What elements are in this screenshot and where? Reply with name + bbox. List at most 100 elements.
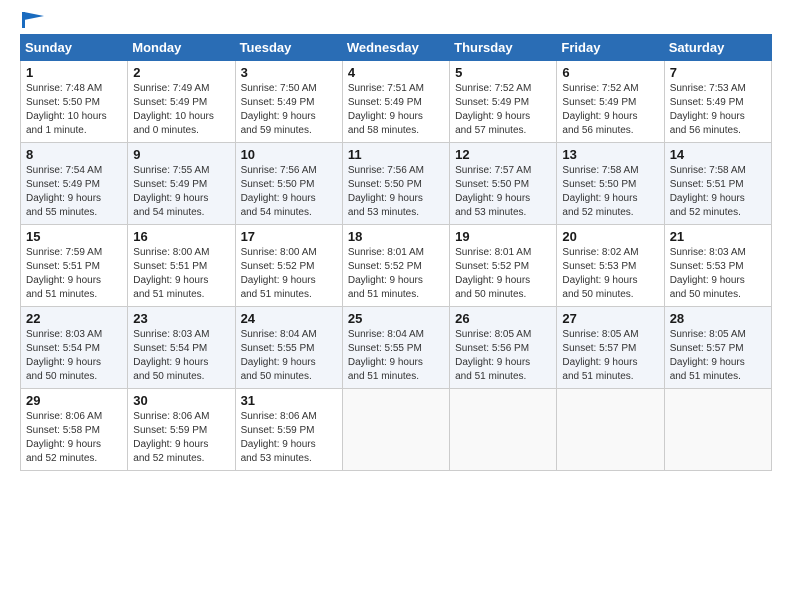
day-number: 20	[562, 229, 658, 244]
calendar-cell	[557, 389, 664, 471]
day-info: Sunrise: 8:02 AM Sunset: 5:53 PM Dayligh…	[562, 246, 658, 302]
day-number: 15	[26, 229, 122, 244]
day-info: Sunrise: 7:53 AM Sunset: 5:49 PM Dayligh…	[670, 82, 766, 138]
calendar-cell: 2 Sunrise: 7:49 AM Sunset: 5:49 PM Daylig…	[128, 61, 235, 143]
day-number: 28	[670, 311, 766, 326]
day-number: 13	[562, 147, 658, 162]
logo-flag-icon	[22, 12, 44, 28]
day-info: Sunrise: 8:06 AM Sunset: 5:59 PM Dayligh…	[133, 410, 229, 466]
calendar-cell: 19 Sunrise: 8:01 AM Sunset: 5:52 PM Dayli…	[450, 225, 557, 307]
calendar-cell: 16Sunrise: 8:00 AM Sunset: 5:51 PM Dayli…	[128, 225, 235, 307]
calendar-cell: 4 Sunrise: 7:51 AM Sunset: 5:49 PM Daylig…	[342, 61, 449, 143]
weekday-header-sunday: Sunday	[21, 35, 128, 61]
weekday-header-thursday: Thursday	[450, 35, 557, 61]
header	[20, 16, 772, 24]
day-info: Sunrise: 8:05 AM Sunset: 5:56 PM Dayligh…	[455, 328, 551, 384]
calendar-cell: 27Sunrise: 8:05 AM Sunset: 5:57 PM Dayli…	[557, 307, 664, 389]
day-info: Sunrise: 8:06 AM Sunset: 5:59 PM Dayligh…	[241, 410, 337, 466]
calendar-cell: 28 Sunrise: 8:05 AM Sunset: 5:57 PM Dayli…	[664, 307, 771, 389]
weekday-header-tuesday: Tuesday	[235, 35, 342, 61]
calendar-cell: 14Sunrise: 7:58 AM Sunset: 5:51 PM Dayli…	[664, 143, 771, 225]
calendar-week-row: 29 Sunrise: 8:06 AM Sunset: 5:58 PM Dayli…	[21, 389, 772, 471]
calendar-cell: 25 Sunrise: 8:04 AM Sunset: 5:55 PM Dayli…	[342, 307, 449, 389]
day-info: Sunrise: 8:05 AM Sunset: 5:57 PM Dayligh…	[670, 328, 766, 384]
day-info: Sunrise: 7:58 AM Sunset: 5:50 PM Dayligh…	[562, 164, 658, 220]
day-info: Sunrise: 7:56 AM Sunset: 5:50 PM Dayligh…	[241, 164, 337, 220]
day-info: Sunrise: 7:52 AM Sunset: 5:49 PM Dayligh…	[562, 82, 658, 138]
day-number: 1	[26, 65, 122, 80]
calendar-cell: 10Sunrise: 7:56 AM Sunset: 5:50 PM Dayli…	[235, 143, 342, 225]
calendar-header-row: SundayMondayTuesdayWednesdayThursdayFrid…	[21, 35, 772, 61]
calendar-cell: 12Sunrise: 7:57 AM Sunset: 5:50 PM Dayli…	[450, 143, 557, 225]
day-number: 25	[348, 311, 444, 326]
day-number: 11	[348, 147, 444, 162]
calendar-cell: 21 Sunrise: 8:03 AM Sunset: 5:53 PM Dayli…	[664, 225, 771, 307]
day-info: Sunrise: 7:57 AM Sunset: 5:50 PM Dayligh…	[455, 164, 551, 220]
day-number: 19	[455, 229, 551, 244]
day-info: Sunrise: 7:59 AM Sunset: 5:51 PM Dayligh…	[26, 246, 122, 302]
calendar-cell	[450, 389, 557, 471]
day-info: Sunrise: 8:00 AM Sunset: 5:52 PM Dayligh…	[241, 246, 337, 302]
day-number: 7	[670, 65, 766, 80]
weekday-header-friday: Friday	[557, 35, 664, 61]
day-info: Sunrise: 7:50 AM Sunset: 5:49 PM Dayligh…	[241, 82, 337, 138]
calendar-table: SundayMondayTuesdayWednesdayThursdayFrid…	[20, 34, 772, 471]
calendar-cell: 6 Sunrise: 7:52 AM Sunset: 5:49 PM Daylig…	[557, 61, 664, 143]
calendar-cell: 31 Sunrise: 8:06 AM Sunset: 5:59 PM Dayli…	[235, 389, 342, 471]
day-number: 9	[133, 147, 229, 162]
day-number: 24	[241, 311, 337, 326]
calendar-week-row: 15 Sunrise: 7:59 AM Sunset: 5:51 PM Dayli…	[21, 225, 772, 307]
day-info: Sunrise: 8:06 AM Sunset: 5:58 PM Dayligh…	[26, 410, 122, 466]
day-number: 26	[455, 311, 551, 326]
calendar-cell: 18 Sunrise: 8:01 AM Sunset: 5:52 PM Dayli…	[342, 225, 449, 307]
calendar-cell	[342, 389, 449, 471]
calendar-cell: 29 Sunrise: 8:06 AM Sunset: 5:58 PM Dayli…	[21, 389, 128, 471]
logo	[20, 16, 44, 24]
day-number: 21	[670, 229, 766, 244]
day-info: Sunrise: 7:48 AM Sunset: 5:50 PM Dayligh…	[26, 82, 122, 138]
day-number: 22	[26, 311, 122, 326]
calendar-cell: 7 Sunrise: 7:53 AM Sunset: 5:49 PM Daylig…	[664, 61, 771, 143]
day-number: 29	[26, 393, 122, 408]
calendar-cell: 8 Sunrise: 7:54 AM Sunset: 5:49 PM Daylig…	[21, 143, 128, 225]
day-info: Sunrise: 8:03 AM Sunset: 5:53 PM Dayligh…	[670, 246, 766, 302]
day-info: Sunrise: 7:49 AM Sunset: 5:49 PM Dayligh…	[133, 82, 229, 138]
calendar-cell: 22 Sunrise: 8:03 AM Sunset: 5:54 PM Dayli…	[21, 307, 128, 389]
day-number: 8	[26, 147, 122, 162]
day-info: Sunrise: 8:01 AM Sunset: 5:52 PM Dayligh…	[455, 246, 551, 302]
day-number: 2	[133, 65, 229, 80]
calendar-cell: 1 Sunrise: 7:48 AM Sunset: 5:50 PM Daylig…	[21, 61, 128, 143]
calendar-cell: 17Sunrise: 8:00 AM Sunset: 5:52 PM Dayli…	[235, 225, 342, 307]
calendar-week-row: 22 Sunrise: 8:03 AM Sunset: 5:54 PM Dayli…	[21, 307, 772, 389]
day-info: Sunrise: 7:52 AM Sunset: 5:49 PM Dayligh…	[455, 82, 551, 138]
day-number: 31	[241, 393, 337, 408]
calendar-week-row: 8 Sunrise: 7:54 AM Sunset: 5:49 PM Daylig…	[21, 143, 772, 225]
page-container: SundayMondayTuesdayWednesdayThursdayFrid…	[0, 0, 792, 612]
day-info: Sunrise: 7:51 AM Sunset: 5:49 PM Dayligh…	[348, 82, 444, 138]
day-number: 30	[133, 393, 229, 408]
day-number: 23	[133, 311, 229, 326]
day-number: 3	[241, 65, 337, 80]
day-info: Sunrise: 8:04 AM Sunset: 5:55 PM Dayligh…	[348, 328, 444, 384]
day-info: Sunrise: 8:03 AM Sunset: 5:54 PM Dayligh…	[26, 328, 122, 384]
calendar-cell: 30 Sunrise: 8:06 AM Sunset: 5:59 PM Dayli…	[128, 389, 235, 471]
day-number: 18	[348, 229, 444, 244]
calendar-cell: 5 Sunrise: 7:52 AM Sunset: 5:49 PM Daylig…	[450, 61, 557, 143]
weekday-header-saturday: Saturday	[664, 35, 771, 61]
day-info: Sunrise: 7:55 AM Sunset: 5:49 PM Dayligh…	[133, 164, 229, 220]
day-number: 6	[562, 65, 658, 80]
day-info: Sunrise: 8:03 AM Sunset: 5:54 PM Dayligh…	[133, 328, 229, 384]
day-info: Sunrise: 8:00 AM Sunset: 5:51 PM Dayligh…	[133, 246, 229, 302]
day-info: Sunrise: 8:01 AM Sunset: 5:52 PM Dayligh…	[348, 246, 444, 302]
calendar-cell: 15 Sunrise: 7:59 AM Sunset: 5:51 PM Dayli…	[21, 225, 128, 307]
calendar-cell: 9 Sunrise: 7:55 AM Sunset: 5:49 PM Daylig…	[128, 143, 235, 225]
day-info: Sunrise: 8:05 AM Sunset: 5:57 PM Dayligh…	[562, 328, 658, 384]
day-info: Sunrise: 7:54 AM Sunset: 5:49 PM Dayligh…	[26, 164, 122, 220]
day-info: Sunrise: 8:04 AM Sunset: 5:55 PM Dayligh…	[241, 328, 337, 384]
calendar-cell: 24 Sunrise: 8:04 AM Sunset: 5:55 PM Dayli…	[235, 307, 342, 389]
day-number: 5	[455, 65, 551, 80]
day-number: 4	[348, 65, 444, 80]
weekday-header-wednesday: Wednesday	[342, 35, 449, 61]
calendar-cell: 26 Sunrise: 8:05 AM Sunset: 5:56 PM Dayli…	[450, 307, 557, 389]
calendar-cell: 20 Sunrise: 8:02 AM Sunset: 5:53 PM Dayli…	[557, 225, 664, 307]
